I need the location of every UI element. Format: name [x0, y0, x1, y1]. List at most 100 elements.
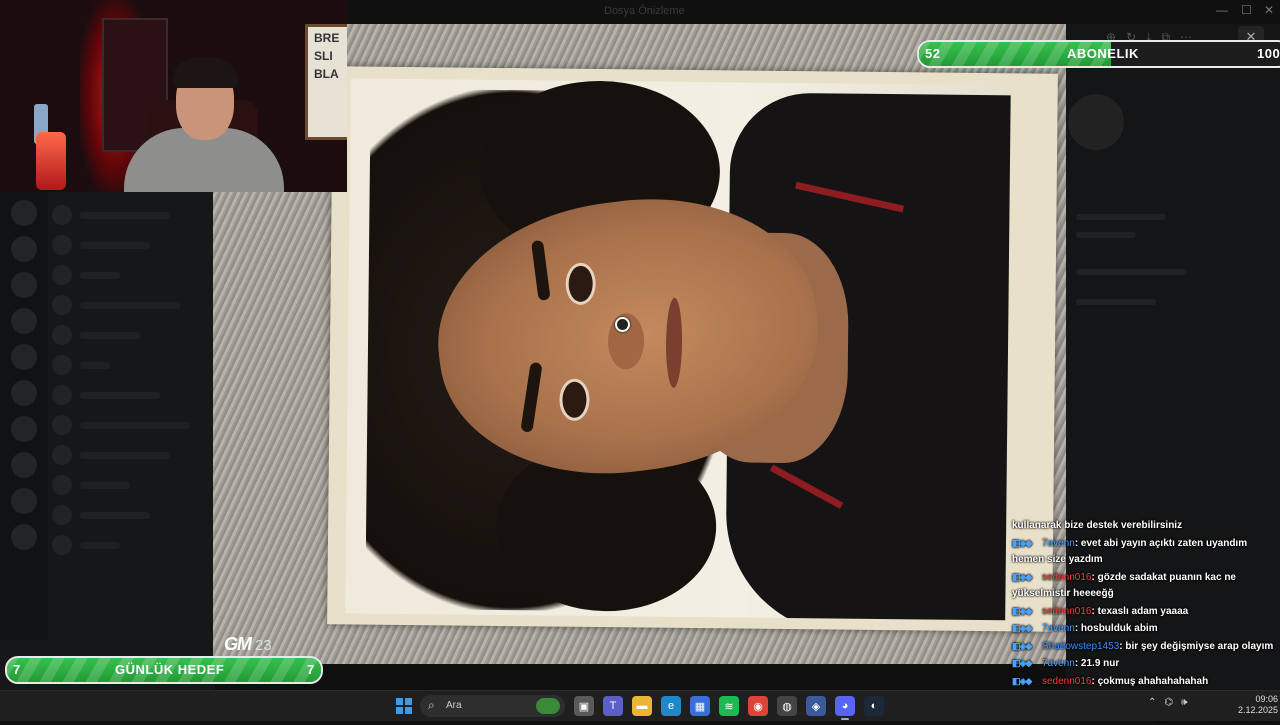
zoom-cursor-icon: [615, 317, 630, 332]
start-button[interactable]: [396, 698, 412, 714]
chat-username[interactable]: 7avenn: [1042, 538, 1075, 549]
obs-icon[interactable]: ◍: [777, 696, 797, 716]
daily-goal-current: 7: [13, 662, 21, 677]
server-icon[interactable]: [11, 344, 37, 370]
taskbar: ⌕ Ara ▣ T ▬ e ▦ ≋ ◉ ◍ ◈ ◕ ◐ ⌃ ⌬ 🕪 09:06 2.12.2025: [0, 690, 1280, 721]
chat-username[interactable]: sedenn016: [1042, 572, 1092, 583]
minimize-icon[interactable]: —: [1216, 3, 1228, 17]
daily-goal-target: 7: [307, 662, 315, 677]
window-title: Dosya Önizleme: [604, 5, 685, 17]
close-window-icon[interactable]: ✕: [1264, 3, 1274, 17]
volume-icon[interactable]: 🕪: [1181, 697, 1187, 708]
teams-icon[interactable]: T: [603, 696, 623, 716]
list-item[interactable]: [52, 290, 212, 320]
clock-date: 2.12.2025: [1238, 705, 1278, 716]
server-icon[interactable]: [11, 380, 37, 406]
daily-goal-bar: 7 GÜNLÜK HEDEF 7: [5, 656, 323, 684]
subscriber-goal-current: 52: [925, 46, 940, 61]
discord-icon[interactable]: ◕: [835, 696, 855, 716]
chat-username[interactable]: 7avenn: [1042, 658, 1075, 669]
subscriber-goal-label: ABONELIK: [1067, 46, 1139, 61]
window-titlebar: Dosya Önizleme: [348, 0, 1280, 24]
server-icon[interactable]: [11, 200, 37, 226]
edge-icon[interactable]: e: [661, 696, 681, 716]
list-item[interactable]: [52, 230, 212, 260]
store-icon[interactable]: ▦: [690, 696, 710, 716]
chat-message: ◧◈◆sedenn016: çokmuş ahahahahahah: [1009, 673, 1280, 691]
clock-time: 09:06: [1238, 694, 1278, 705]
network-icon[interactable]: ⌬: [1164, 697, 1173, 708]
chrome-icon[interactable]: ◉: [748, 696, 768, 716]
chat-message: ◧◈◆7avenn: hosbulduk abim: [1009, 620, 1280, 638]
webcam-overlay: BRE SLI BLA: [0, 0, 347, 192]
spotify-icon[interactable]: ≋: [719, 696, 739, 716]
chat-message: kullanarak bize destek verebilirsiniz: [1009, 518, 1280, 535]
server-icon[interactable]: [11, 488, 37, 514]
server-icon[interactable]: [11, 524, 37, 550]
steam-icon[interactable]: ◐: [864, 696, 884, 716]
server-icon[interactable]: [11, 416, 37, 442]
chat-text: : hosbulduk abim: [1075, 623, 1158, 634]
list-item[interactable]: [52, 440, 212, 470]
list-item[interactable]: [52, 530, 212, 560]
server-icon[interactable]: [11, 308, 37, 334]
server-icon[interactable]: [11, 272, 37, 298]
subscriber-goal-bar: 52 ABONELIK 100: [917, 40, 1280, 68]
task-view-icon[interactable]: ▣: [574, 696, 594, 716]
badge-icon: ◧◈◆: [1012, 535, 1042, 552]
server-icon[interactable]: [11, 452, 37, 478]
lamp: [36, 132, 66, 190]
list-item[interactable]: [52, 410, 212, 440]
list-item[interactable]: [52, 470, 212, 500]
search-placeholder: Ara: [446, 700, 462, 711]
badge-icon: ◧◈◆: [1012, 655, 1042, 672]
taskbar-apps: ▣ T ▬ e ▦ ≋ ◉ ◍ ◈ ◕ ◐: [574, 696, 884, 716]
chat-username[interactable]: 7avenn: [1042, 623, 1075, 634]
list-item[interactable]: [52, 380, 212, 410]
system-tray: ⌃ ⌬ 🕪: [1148, 697, 1187, 708]
list-item[interactable]: [52, 500, 212, 530]
chat-message: ◧◈◆7avenn: 21.9 nur: [1009, 655, 1280, 673]
chat-username[interactable]: sedenn016: [1042, 676, 1092, 687]
badge-icon: ◧◈◆: [1012, 638, 1042, 655]
server-rail: [0, 190, 48, 640]
chat-text: : texaslı adam yaaaa: [1092, 606, 1189, 617]
chat-message: ◧◈◆7avenn: evet abi yayın açıktı zaten u…: [1009, 535, 1280, 569]
streamer: [124, 56, 284, 192]
chat-text: : 21.9 nur: [1075, 658, 1119, 669]
avatar: [1068, 94, 1124, 150]
file-explorer-icon[interactable]: ▬: [632, 696, 652, 716]
app-icon[interactable]: ◈: [806, 696, 826, 716]
viewed-photo[interactable]: [327, 66, 1058, 632]
chat-message: ◧◈◆sedenn016: gözde sadakat puanın kac n…: [1009, 569, 1280, 603]
badge-icon: ◧◈◆: [1012, 673, 1042, 690]
server-icon[interactable]: [11, 236, 37, 262]
search-icon: ⌕: [428, 698, 435, 713]
watermark-number: 23: [255, 637, 272, 654]
chat-text: : çokmuş ahahahahahah: [1092, 676, 1209, 687]
chevron-up-icon[interactable]: ⌃: [1148, 697, 1156, 708]
taskbar-search[interactable]: ⌕ Ara: [420, 695, 565, 717]
badge-icon: ◧◈◆: [1012, 603, 1042, 620]
list-item[interactable]: [52, 260, 212, 290]
search-highlight-icon: [536, 698, 560, 714]
subscriber-goal-target: 100: [1257, 46, 1280, 61]
maximize-icon[interactable]: ☐: [1241, 3, 1252, 17]
list-item[interactable]: [52, 200, 212, 230]
list-item[interactable]: [52, 320, 212, 350]
chat-message: ◧◈◆Shadowstep1453: bir şey değişmiyse ar…: [1009, 638, 1280, 656]
chat-text: kullanarak bize destek verebilirsiniz: [1012, 520, 1182, 531]
chat-message: ◧◈◆sedenn016: texaslı adam yaaaa: [1009, 603, 1280, 621]
watermark: GM23: [224, 634, 272, 655]
dm-list: [52, 200, 212, 560]
whiteboard: BRE SLI BLA: [305, 24, 347, 140]
watermark-brand: GM: [224, 634, 251, 654]
clock[interactable]: 09:06 2.12.2025: [1238, 694, 1278, 716]
badge-icon: ◧◈◆: [1012, 569, 1042, 586]
chat-username[interactable]: Shadowstep1453: [1042, 641, 1119, 652]
chat-text: : bir şey değişmiyse arap olayım: [1119, 641, 1273, 652]
list-item[interactable]: [52, 350, 212, 380]
chat-username[interactable]: sedenn016: [1042, 606, 1092, 617]
badge-icon: ◧◈◆: [1012, 620, 1042, 637]
daily-goal-label: GÜNLÜK HEDEF: [115, 662, 224, 677]
